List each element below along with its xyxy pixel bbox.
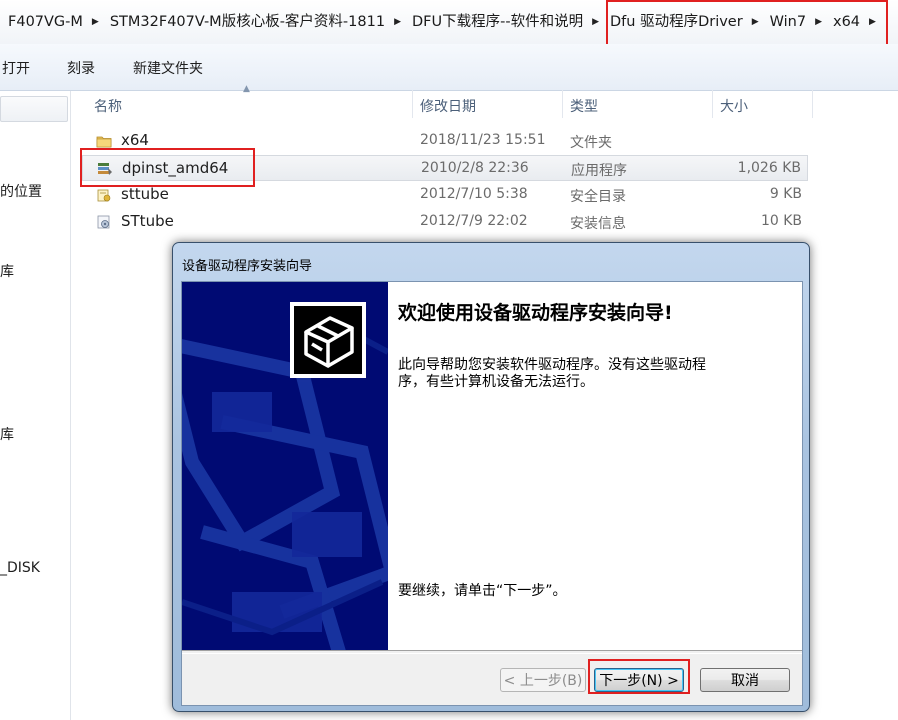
dialog-separator: [182, 650, 802, 654]
column-divider[interactable]: [562, 90, 563, 118]
burn-button[interactable]: 刻录: [67, 58, 95, 78]
column-header-size[interactable]: 大小: [720, 96, 748, 116]
file-type: 安全目录: [570, 189, 626, 205]
column-header-name[interactable]: 名称: [94, 96, 122, 116]
sort-ascending-icon: ▲: [243, 84, 250, 94]
file-size: 1,026 KB: [737, 160, 801, 176]
file-type: 文件夹: [570, 135, 612, 151]
wizard-continue-text: 要继续，请单击“下一步”。: [398, 583, 567, 599]
nav-item-disk[interactable]: _DISK: [0, 560, 40, 576]
cancel-button[interactable]: 取消: [700, 668, 790, 692]
file-row-sttube-inf[interactable]: STtube 2012/7/9 22:02 安装信息 10 KB: [82, 209, 808, 235]
hardware-box-icon: [290, 302, 366, 378]
nav-item-library[interactable]: 库: [0, 424, 14, 444]
toolbar: 打开 刻录 新建文件夹: [0, 44, 898, 91]
file-type: 应用程序: [571, 163, 627, 179]
setup-info-icon: [97, 215, 110, 229]
column-divider[interactable]: [712, 90, 713, 118]
file-date: 2012/7/9 22:02: [420, 213, 528, 229]
dialog-body: 欢迎使用设备驱动程序安装向导! 此向导帮助您安装软件驱动程序。没有这些驱动程 序…: [181, 281, 803, 706]
annotation-highlight-next-button: [588, 659, 690, 694]
file-size: 9 KB: [769, 186, 802, 202]
nav-item-recent-places[interactable]: 的位置: [0, 181, 42, 201]
column-divider[interactable]: [812, 90, 813, 118]
wizard-content: 欢迎使用设备驱动程序安装向导! 此向导帮助您安装软件驱动程序。没有这些驱动程 序…: [388, 282, 802, 650]
wizard-heading: 欢迎使用设备驱动程序安装向导!: [398, 302, 673, 324]
file-name: sttube: [121, 185, 169, 203]
breadcrumb-item[interactable]: F407VG-M: [6, 12, 85, 32]
open-button[interactable]: 打开: [2, 58, 30, 78]
breadcrumb-item[interactable]: STM32F407V-M版核心板-客户资料-1811: [108, 12, 387, 32]
back-button[interactable]: < 上一步(B): [500, 668, 586, 692]
folder-icon: [96, 136, 112, 148]
chevron-right-icon[interactable]: ▶: [387, 12, 410, 32]
column-divider[interactable]: [412, 90, 413, 118]
file-date: 2010/2/8 22:36: [421, 160, 529, 176]
dialog-title: 设备驱动程序安装向导: [182, 259, 313, 274]
navigation-pane[interactable]: 的位置 库 库 _DISK: [0, 91, 71, 720]
file-date: 2018/11/23 15:51: [420, 132, 546, 148]
new-folder-button[interactable]: 新建文件夹: [133, 58, 203, 78]
column-header-date[interactable]: 修改日期: [420, 96, 476, 116]
driver-install-wizard-dialog: 设备驱动程序安装向导 欢迎使用设备驱动程序安装向导! 此向导帮助您安装软件驱动程…: [172, 242, 810, 712]
file-name: STtube: [121, 212, 174, 230]
nav-item-library[interactable]: 库: [0, 261, 14, 281]
chevron-right-icon[interactable]: ▶: [85, 12, 108, 32]
security-catalog-icon: [97, 189, 111, 202]
file-type: 安装信息: [570, 216, 626, 232]
file-date: 2012/7/10 5:38: [420, 186, 528, 202]
wizard-description: 序，有些计算机设备无法运行。: [398, 374, 594, 390]
column-header-type[interactable]: 类型: [570, 96, 598, 116]
nav-selected-item[interactable]: [0, 96, 68, 122]
chevron-right-icon[interactable]: ▶: [585, 12, 608, 32]
file-size: 10 KB: [760, 213, 802, 229]
breadcrumb-item[interactable]: DFU下载程序--软件和说明: [410, 12, 585, 32]
file-row-sttube-cat[interactable]: sttube 2012/7/10 5:38 安全目录 9 KB: [82, 182, 808, 208]
wizard-banner: [182, 282, 388, 650]
file-name: x64: [121, 131, 149, 149]
